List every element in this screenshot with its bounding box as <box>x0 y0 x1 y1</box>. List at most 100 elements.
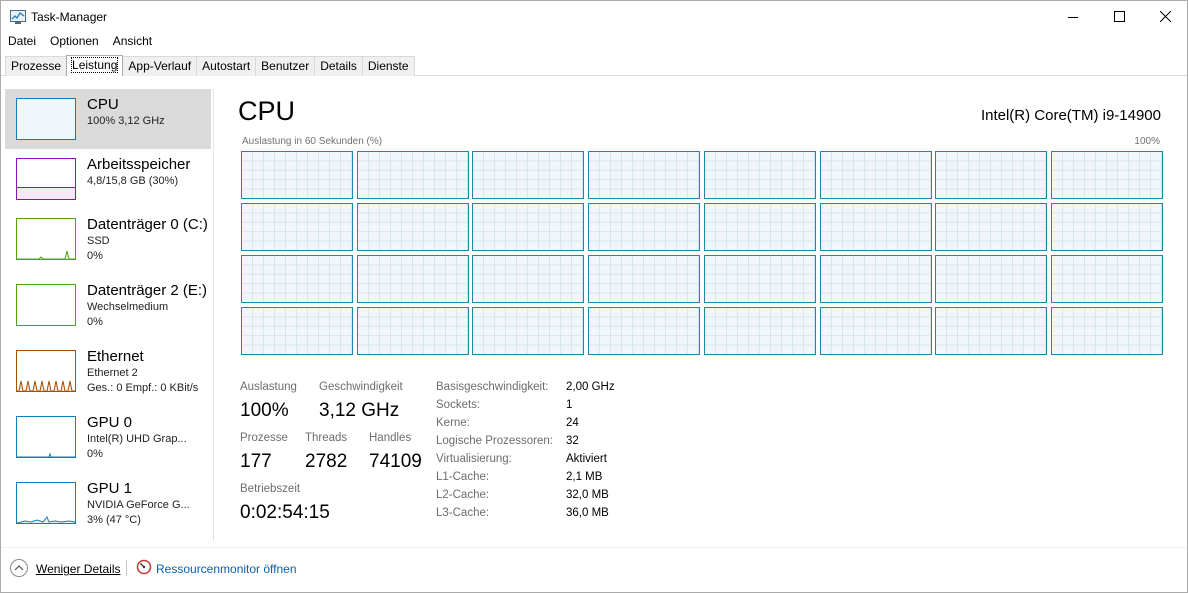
logical-processor-graph <box>703 203 816 251</box>
sidebar-item-detail: SSD <box>87 235 110 247</box>
title-bar[interactable]: Task-Manager <box>1 1 1187 32</box>
sidebar-item-title: GPU 0 <box>87 414 133 431</box>
spec-value: 24 <box>566 417 579 429</box>
sidebar-item-detail: 100% 3,12 GHz <box>87 115 165 127</box>
speed-value: 3,12 GHz <box>319 400 400 421</box>
sidebar-item-memory[interactable]: Arbeitsspeicher 4,8/15,8 GB (30%) <box>5 149 211 209</box>
utilization-label: Auslastung <box>240 381 297 393</box>
tab-dienste[interactable]: Dienste <box>361 56 415 76</box>
tab-label: Benutzer <box>261 59 310 73</box>
sidebar-item-title: Ethernet <box>87 348 144 365</box>
minimize-button[interactable] <box>1050 1 1096 32</box>
window-title: Task-Manager <box>31 10 108 24</box>
open-resource-monitor-link[interactable]: Ressourcenmonitor öffnen <box>156 562 297 576</box>
logical-processor-graph <box>241 203 353 251</box>
spec-value: 2,1 MB <box>566 471 603 483</box>
logical-processor-graph <box>935 151 1048 199</box>
cpu-model-name: Intel(R) Core(TM) i9-14900 <box>980 107 1161 124</box>
menu-ansicht[interactable]: Ansicht <box>106 32 159 52</box>
logical-processor-graph <box>819 255 932 303</box>
spec-value: 2,00 GHz <box>566 381 615 393</box>
close-button[interactable] <box>1142 1 1188 32</box>
spec-value: 32 <box>566 435 579 447</box>
performance-sidebar: CPU 100% 3,12 GHz Arbeitsspeicher 4,8/15… <box>5 89 211 533</box>
sidebar-divider[interactable] <box>213 89 214 541</box>
logical-processor-graph <box>588 255 701 303</box>
maximize-button[interactable] <box>1096 1 1142 32</box>
footer-separator <box>1 547 1187 548</box>
tab-bar: Prozesse Leistung App-Verlauf Autostart … <box>1 54 1187 76</box>
graph-caption: Auslastung in 60 Sekunden (%) <box>242 136 383 147</box>
menu-optionen[interactable]: Optionen <box>43 32 106 52</box>
sidebar-item-ethernet[interactable]: Ethernet Ethernet 2 Ges.: 0 Empf.: 0 KBi… <box>5 341 211 401</box>
fewer-details-label: Weniger Details <box>36 562 121 576</box>
footer-divider <box>126 560 127 576</box>
sidebar-item-title: CPU <box>87 96 119 113</box>
logical-processor-graph <box>935 203 1048 251</box>
tab-label: App-Verlauf <box>128 59 192 73</box>
tab-benutzer[interactable]: Benutzer <box>255 56 316 76</box>
speed-label: Geschwindigkeit <box>319 381 403 393</box>
sidebar-item-disk-2[interactable]: Datenträger 2 (E:) Wechselmedium 0% <box>5 275 211 335</box>
tab-leistung[interactable]: Leistung <box>66 55 124 76</box>
uptime-value: 0:02:54:15 <box>240 502 330 523</box>
handles-label: Handles <box>369 432 412 444</box>
tab-details[interactable]: Details <box>314 56 363 76</box>
logical-processor-graph <box>935 307 1048 355</box>
sidebar-item-gpu-0[interactable]: GPU 0 Intel(R) UHD Grap... 0% <box>5 407 211 467</box>
spec-label: L1-Cache: <box>436 471 490 483</box>
menu-datei[interactable]: Datei <box>1 32 43 52</box>
sidebar-item-cpu[interactable]: CPU 100% 3,12 GHz <box>5 89 211 149</box>
tab-autostart[interactable]: Autostart <box>196 56 257 76</box>
spec-label: L3-Cache: <box>436 507 490 519</box>
chevron-up-icon[interactable] <box>10 559 28 577</box>
sidebar-item-disk-0[interactable]: Datenträger 0 (C:) SSD 0% <box>5 209 211 269</box>
logical-processor-graph <box>241 307 353 355</box>
graph-max-label: 100% <box>1134 136 1160 147</box>
sidebar-item-detail: 0% <box>87 250 103 262</box>
spec-value: 36,0 MB <box>566 507 609 519</box>
handles-value: 74109 <box>369 451 422 472</box>
spec-label: Basisgeschwindigkeit: <box>436 381 549 393</box>
sidebar-item-detail: 3% (47 °C) <box>87 514 141 526</box>
logical-processor-graph <box>356 307 469 355</box>
fewer-details-button[interactable]: Weniger Details <box>36 562 120 576</box>
logical-processor-graph <box>356 151 469 199</box>
spec-value: Aktiviert <box>566 453 607 465</box>
tab-label: Dienste <box>367 59 409 73</box>
logical-processor-graph <box>703 151 816 199</box>
disk-2-mini-graph <box>16 284 76 326</box>
tab-app-verlauf[interactable]: App-Verlauf <box>122 56 198 76</box>
maximize-icon <box>1113 11 1125 22</box>
logical-processor-graph <box>356 255 469 303</box>
threads-label: Threads <box>305 432 348 444</box>
logical-processor-graph <box>703 255 816 303</box>
utilization-value: 100% <box>240 400 289 421</box>
gpu-0-mini-graph <box>16 416 76 458</box>
logical-processor-graph <box>588 151 701 199</box>
processes-value: 177 <box>240 451 272 472</box>
logical-processor-graph <box>1050 203 1163 251</box>
page-title: CPU <box>238 96 296 126</box>
sidebar-item-title: Arbeitsspeicher <box>87 156 191 173</box>
logical-processor-graphs[interactable] <box>241 151 1163 355</box>
sidebar-item-title: GPU 1 <box>87 480 133 497</box>
sidebar-item-detail: Ges.: 0 Empf.: 0 KBit/s <box>87 382 199 394</box>
spec-label: Logische Prozessoren: <box>436 435 553 447</box>
logical-processor-graph <box>588 203 701 251</box>
logical-processor-graph <box>1050 255 1163 303</box>
processes-label: Prozesse <box>240 432 288 444</box>
sidebar-item-detail: 0% <box>87 448 103 460</box>
logical-processor-graph <box>472 203 585 251</box>
logical-processor-graph <box>935 255 1048 303</box>
threads-value: 2782 <box>305 451 348 472</box>
minimize-icon <box>1068 16 1078 18</box>
resource-monitor-icon[interactable] <box>136 559 152 575</box>
disk-0-mini-graph <box>16 218 76 260</box>
tab-prozesse[interactable]: Prozesse <box>5 56 68 76</box>
sidebar-item-detail: 0% <box>87 316 103 328</box>
logical-processor-graph <box>819 203 932 251</box>
sidebar-item-detail: NVIDIA GeForce G... <box>87 499 190 511</box>
logical-processor-graph <box>472 255 585 303</box>
sidebar-item-gpu-1[interactable]: GPU 1 NVIDIA GeForce G... 3% (47 °C) <box>5 473 211 533</box>
